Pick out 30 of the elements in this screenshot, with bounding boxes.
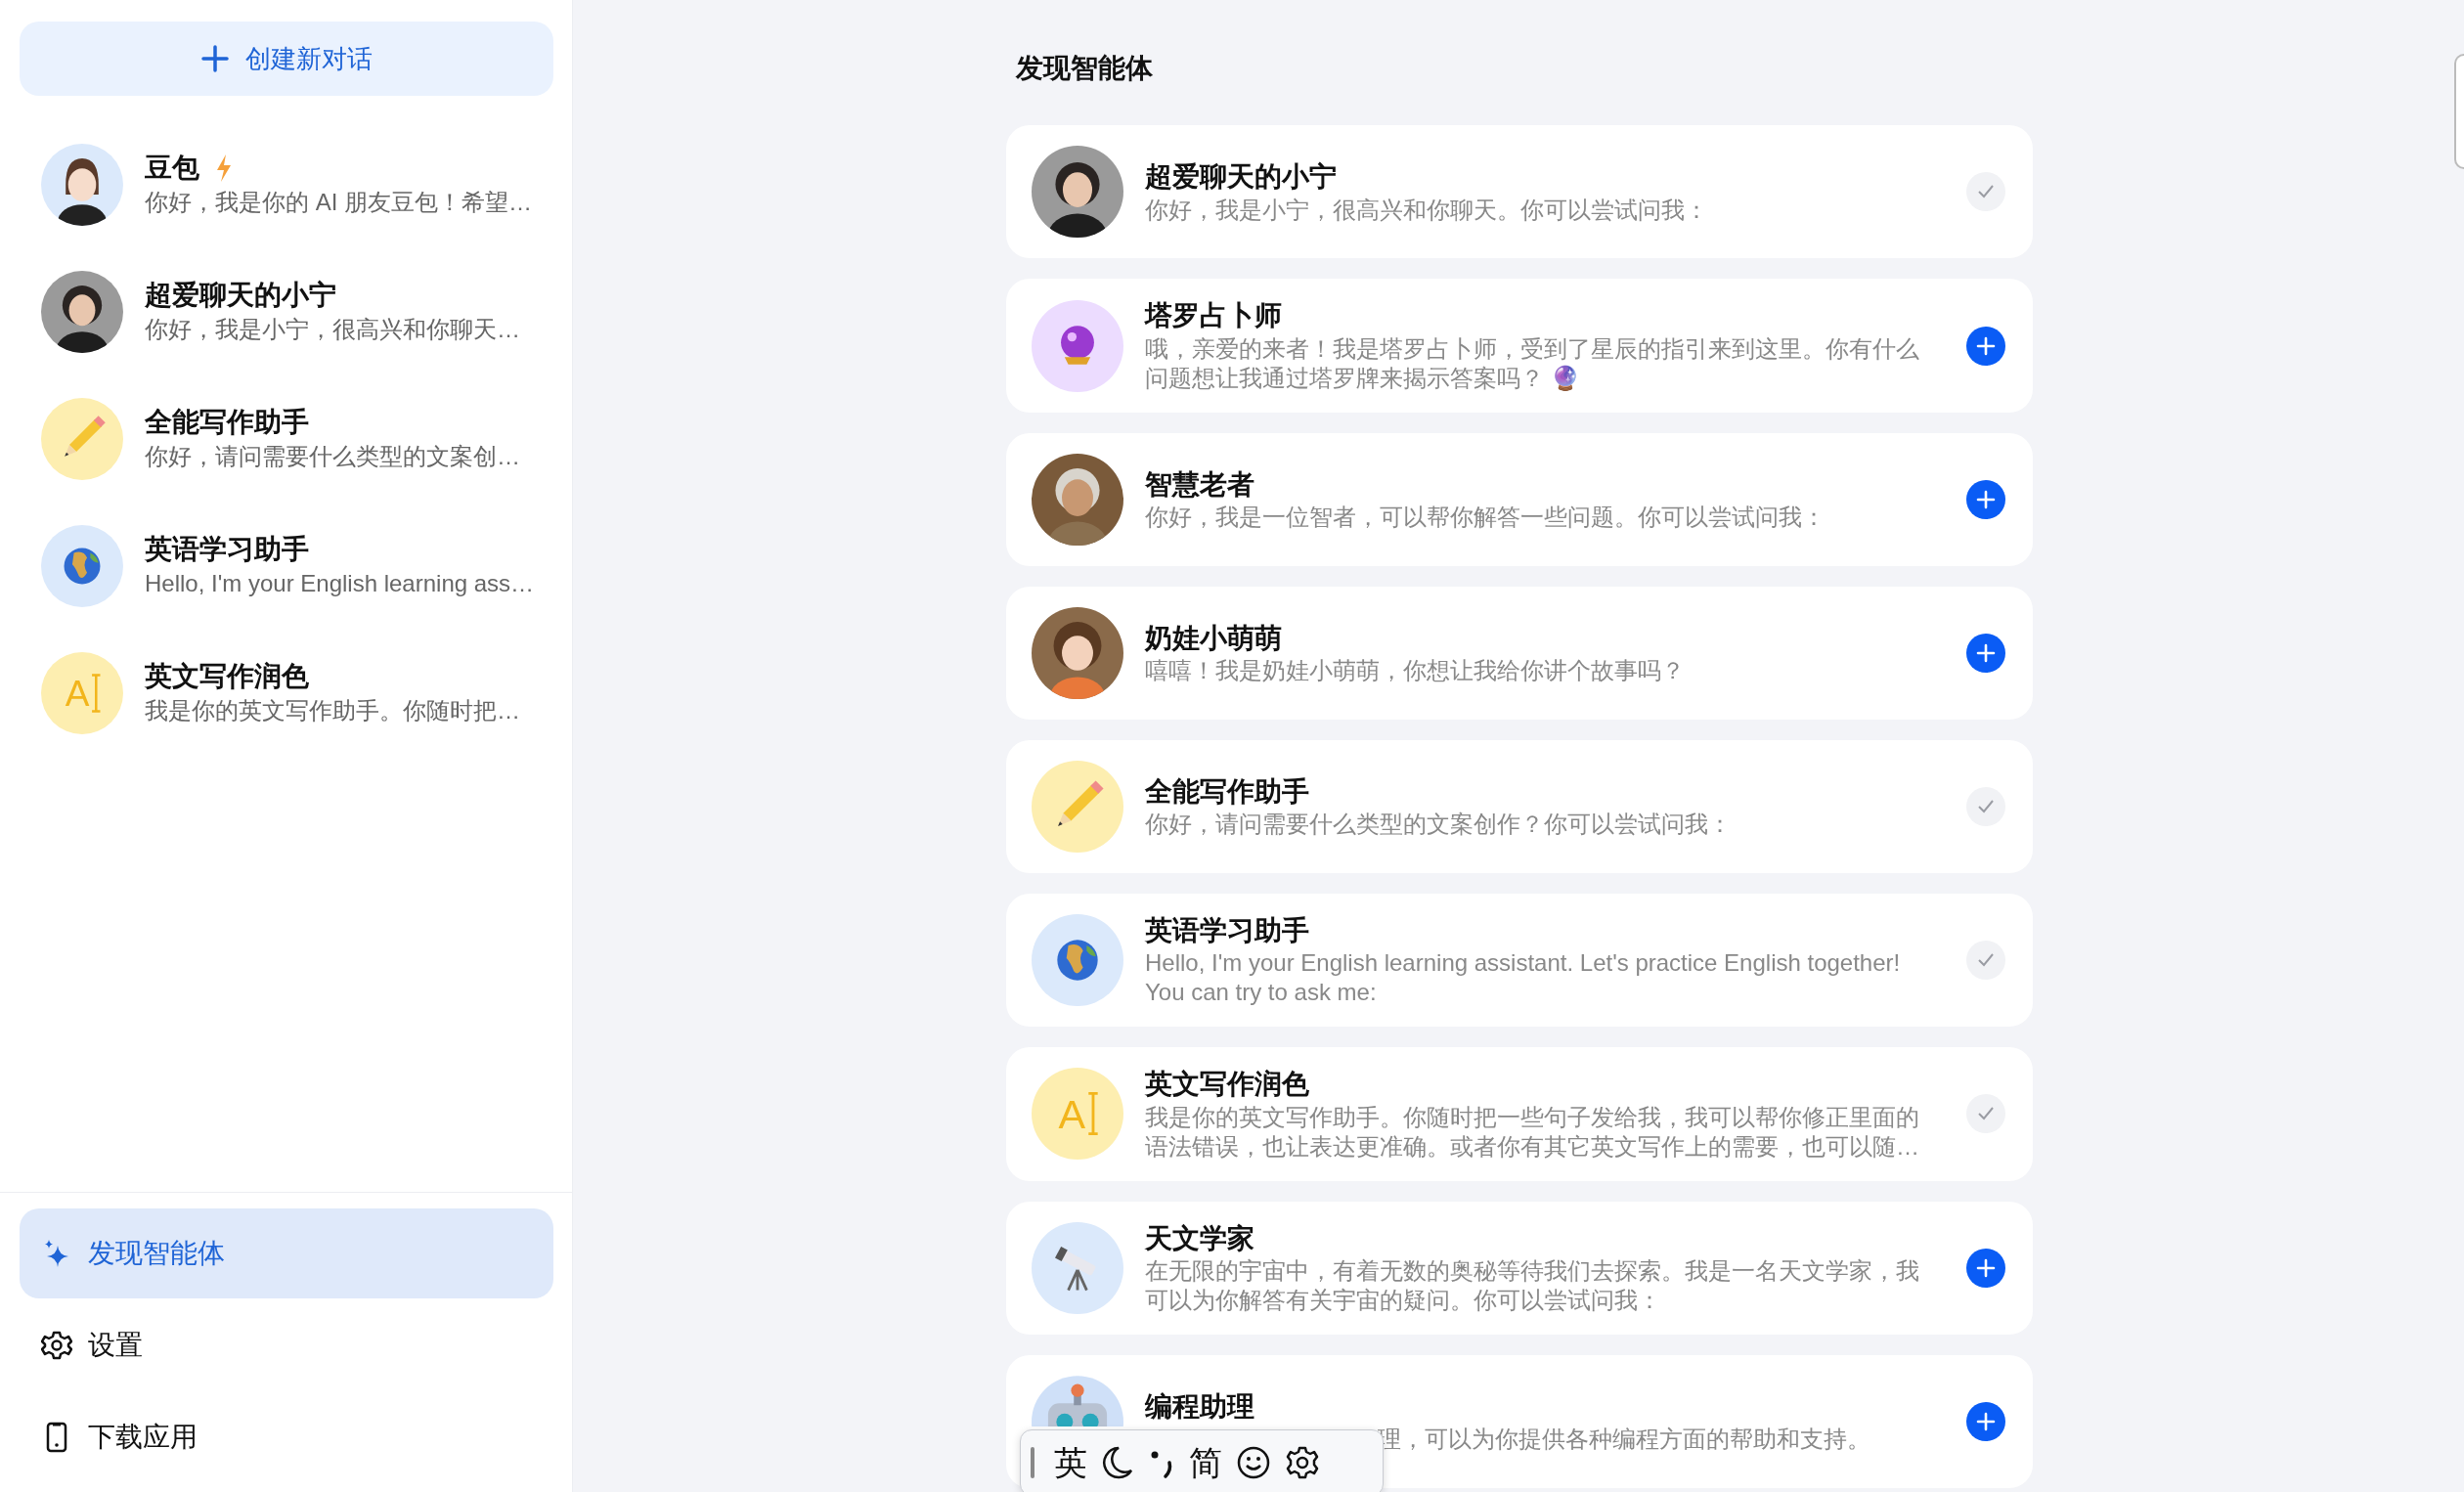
conversation-preview: Hello, I'm your English learning ass… bbox=[145, 569, 535, 599]
agent-description: 嘻嘻！我是奶娃小萌萌，你想让我给你讲个故事吗？ bbox=[1145, 655, 1686, 685]
conversation-name: 豆包 bbox=[145, 152, 199, 185]
agent-description: Hello, I'm your English learning assistant. Let's practice English together! You can try to ask me: bbox=[1145, 948, 1902, 1008]
conversation-name: 全能写作助手 bbox=[145, 406, 309, 439]
conversation-preview: 你好，我是小宁，很高兴和你聊天… bbox=[145, 315, 520, 345]
agent-name: 塔罗占卜师 bbox=[1145, 299, 1283, 333]
agent-name: 超爱聊天的小宁 bbox=[1145, 160, 1338, 195]
conversation-name: 英语学习助手 bbox=[145, 533, 309, 566]
agent-name: 智慧老者 bbox=[1145, 467, 1255, 502]
page-title: 发现智能体 bbox=[1016, 52, 1154, 85]
agent-description: 在无限的宇宙中，有着无数的奥秘等待我们去探索。我是一名天文学家，我可以为你解答有关宇宙的疑问。你可以尝试问我： bbox=[1145, 1255, 1920, 1315]
ai-avatar: A bbox=[1032, 1068, 1123, 1161]
agent-description: 你好，我是小宁，很高兴和你聊天。你可以尝试问我： bbox=[1145, 195, 1709, 225]
conversation-preview: 你好，请问需要什么类型的文案创… bbox=[145, 442, 520, 472]
conversation-preview: 我是你的英文写作助手。你随时把… bbox=[145, 696, 520, 726]
agent-name: 天文学家 bbox=[1145, 1221, 1255, 1255]
agent-name: 编程助理 bbox=[1145, 1389, 1255, 1424]
agent-description: 我是你的英文写作助手。你随时把一些句子发给我，我可以帮你修正里面的语法错误，也让表达更准确。或者你有其它英文写作上的需要，也可以随… bbox=[1145, 1102, 1920, 1162]
agent-name: 英文写作润色 bbox=[1145, 1068, 1310, 1102]
ai-avatar: A bbox=[41, 652, 123, 734]
conversation-name: 超爱聊天的小宁 bbox=[145, 279, 336, 312]
agent-name: 全能写作助手 bbox=[1145, 774, 1310, 809]
conversation-name: 英文写作润色 bbox=[145, 660, 309, 693]
agent-description: 你好，请问需要什么类型的文案创作？你可以尝试问我： bbox=[1145, 809, 1733, 839]
agent-name: 奶娃小萌萌 bbox=[1145, 621, 1283, 655]
agent-name: 英语学习助手 bbox=[1145, 913, 1310, 947]
agent-description: 你好，我是一位智者，可以帮你解答一些问题。你可以尝试问我： bbox=[1145, 502, 1826, 532]
conversation-preview: 你好，我是你的 AI 朋友豆包！希望… bbox=[145, 188, 532, 218]
agent-description: 哦，亲爱的来者！我是塔罗占卜师，受到了星辰的指引来到这里。你有什么问题想让我通过塔罗牌来揭示答案吗？ 🔮 bbox=[1145, 333, 1920, 393]
